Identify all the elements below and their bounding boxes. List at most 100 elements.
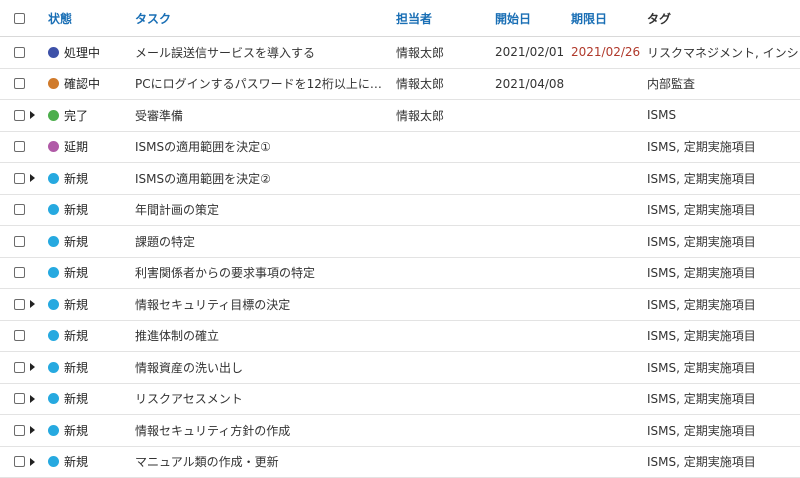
expand-toggle-cell — [30, 352, 40, 383]
status-dot-icon — [48, 47, 59, 58]
task-title[interactable]: 情報セキュリティ目標の決定 — [135, 289, 390, 320]
row-checkbox[interactable] — [14, 330, 25, 341]
table-row[interactable]: 新規リスクアセスメントISMS, 定期実施項目 — [0, 384, 800, 416]
tags: ISMS — [647, 100, 800, 131]
task-title[interactable]: メール誤送信サービスを導入する — [135, 37, 390, 68]
status-label: 確認中 — [64, 75, 100, 92]
caret-right-icon[interactable] — [30, 458, 35, 466]
start-date — [495, 289, 570, 320]
table-row[interactable]: 新規情報セキュリティ目標の決定ISMS, 定期実施項目 — [0, 289, 800, 321]
status-cell[interactable]: 新規 — [48, 195, 128, 226]
caret-right-icon[interactable] — [30, 174, 35, 182]
status-cell[interactable]: 確認中 — [48, 69, 128, 100]
expand-toggle-cell — [30, 384, 40, 415]
status-dot-icon — [48, 393, 59, 404]
table-row[interactable]: 完了受審準備情報太郎 ISMS — [0, 100, 800, 132]
expand-toggle-cell — [30, 289, 40, 320]
assignee — [396, 258, 486, 289]
row-checkbox[interactable] — [14, 110, 25, 121]
select-all-checkbox[interactable] — [14, 13, 25, 24]
status-cell[interactable]: 新規 — [48, 321, 128, 352]
due-date — [571, 100, 646, 131]
due-date — [571, 352, 646, 383]
table-row[interactable]: 新規 ISMSの適用範囲を決定② ISMS, 定期実施項目 — [0, 163, 800, 195]
table-row[interactable]: 新規情報資産の洗い出しISMS, 定期実施項目 — [0, 352, 800, 384]
header-start-date[interactable]: 開始日 — [495, 0, 570, 36]
table-row[interactable]: 新規利害関係者からの要求事項の特定ISMS, 定期実施項目 — [0, 258, 800, 290]
row-checkbox[interactable] — [14, 173, 25, 184]
task-title[interactable]: 年間計画の策定 — [135, 195, 390, 226]
row-checkbox[interactable] — [14, 204, 25, 215]
header-tags[interactable]: タグ — [647, 0, 800, 36]
table-row[interactable]: 新規年間計画の策定ISMS, 定期実施項目 — [0, 195, 800, 227]
row-checkbox-cell — [14, 69, 28, 100]
status-cell[interactable]: 新規 — [48, 447, 128, 478]
table-row[interactable]: 新規情報セキュリティ方針の作成ISMS, 定期実施項目 — [0, 415, 800, 447]
status-cell[interactable]: 新規 — [48, 226, 128, 257]
row-checkbox-cell — [14, 289, 28, 320]
row-checkbox[interactable] — [14, 456, 25, 467]
header-assignee[interactable]: 担当者 — [396, 0, 486, 36]
row-checkbox[interactable] — [14, 267, 25, 278]
start-date — [495, 447, 570, 478]
status-cell[interactable]: 新規 — [48, 289, 128, 320]
task-title[interactable]: ISMSの適用範囲を決定① — [135, 132, 390, 163]
caret-right-icon[interactable] — [30, 111, 35, 119]
table-row[interactable]: 延期ISMSの適用範囲を決定①ISMS, 定期実施項目 — [0, 132, 800, 164]
caret-right-icon[interactable] — [30, 395, 35, 403]
status-dot-icon — [48, 299, 59, 310]
row-checkbox[interactable] — [14, 236, 25, 247]
row-checkbox[interactable] — [14, 393, 25, 404]
header-status[interactable]: 状態 — [48, 0, 128, 36]
task-title[interactable]: 利害関係者からの要求事項の特定 — [135, 258, 390, 289]
row-checkbox[interactable] — [14, 425, 25, 436]
assignee: 情報太郎 — [396, 100, 486, 131]
status-label: 新規 — [64, 170, 88, 187]
header-due-date[interactable]: 期限日 — [571, 0, 646, 36]
task-title[interactable]: PCにログインするパスワードを12桁以上に… — [135, 69, 390, 100]
caret-right-icon[interactable] — [30, 300, 35, 308]
task-title[interactable]: 情報セキュリティ方針の作成 — [135, 415, 390, 446]
row-checkbox[interactable] — [14, 299, 25, 310]
caret-right-icon[interactable] — [30, 363, 35, 371]
task-title[interactable]: マニュアル類の作成・更新 — [135, 447, 390, 478]
due-date — [571, 132, 646, 163]
due-date — [571, 384, 646, 415]
header-task[interactable]: タスク — [135, 0, 390, 36]
status-cell[interactable]: 新規 — [48, 352, 128, 383]
row-checkbox[interactable] — [14, 362, 25, 373]
row-checkbox[interactable] — [14, 141, 25, 152]
status-label: 新規 — [64, 359, 88, 376]
row-checkbox[interactable] — [14, 78, 25, 89]
table-row[interactable]: 新規マニュアル類の作成・更新ISMS, 定期実施項目 — [0, 447, 800, 478]
assignee — [396, 289, 486, 320]
status-cell[interactable]: 新規 — [48, 163, 128, 194]
row-checkbox[interactable] — [14, 47, 25, 58]
status-cell[interactable]: 新規 — [48, 384, 128, 415]
task-title[interactable]: 推進体制の確立 — [135, 321, 390, 352]
status-label: 新規 — [64, 201, 88, 218]
status-label: 新規 — [64, 233, 88, 250]
table-row[interactable]: 処理中メール誤送信サービスを導入する情報太郎2021/02/012021/02/… — [0, 37, 800, 69]
table-row[interactable]: 新規課題の特定ISMS, 定期実施項目 — [0, 226, 800, 258]
row-checkbox-cell — [14, 321, 28, 352]
task-title[interactable]: 受審準備 — [135, 100, 390, 131]
task-title[interactable]: 課題の特定 — [135, 226, 390, 257]
task-title[interactable]: 情報資産の洗い出し — [135, 352, 390, 383]
tags: ISMS, 定期実施項目 — [647, 163, 800, 194]
start-date — [495, 352, 570, 383]
task-title[interactable]: リスクアセスメント — [135, 384, 390, 415]
status-cell[interactable]: 新規 — [48, 258, 128, 289]
status-cell[interactable]: 延期 — [48, 132, 128, 163]
status-cell[interactable]: 処理中 — [48, 37, 128, 68]
start-date — [495, 132, 570, 163]
task-title[interactable]: ISMSの適用範囲を決定② — [135, 163, 390, 194]
caret-right-icon[interactable] — [30, 426, 35, 434]
start-date — [495, 195, 570, 226]
status-cell[interactable]: 新規 — [48, 415, 128, 446]
table-row[interactable]: 確認中PCにログインするパスワードを12桁以上に…情報太郎2021/04/08内… — [0, 69, 800, 101]
row-checkbox-cell — [14, 384, 28, 415]
status-cell[interactable]: 完了 — [48, 100, 128, 131]
row-checkbox-cell — [14, 100, 28, 131]
table-row[interactable]: 新規推進体制の確立ISMS, 定期実施項目 — [0, 321, 800, 353]
